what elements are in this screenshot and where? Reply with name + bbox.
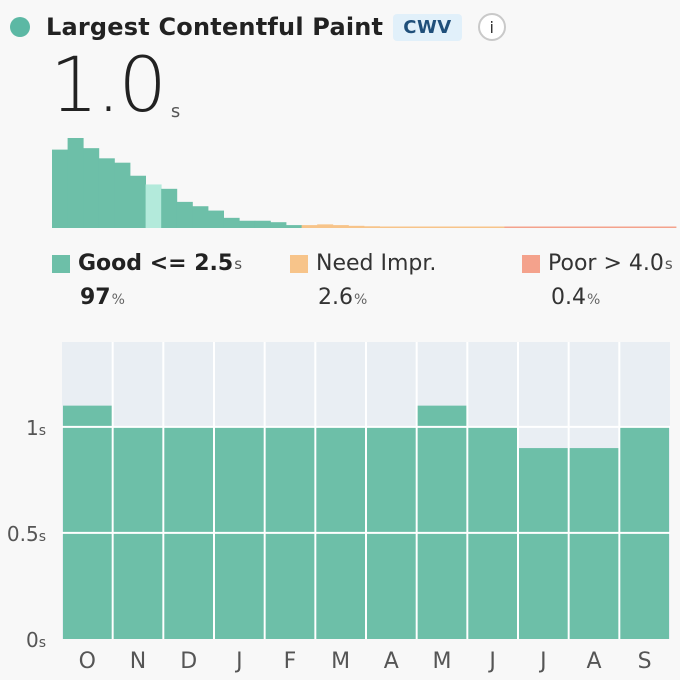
histogram-bar bbox=[98, 158, 115, 228]
good-percentage: 97 % bbox=[80, 285, 125, 310]
histogram-bar bbox=[114, 162, 131, 228]
histogram-bar bbox=[629, 226, 646, 228]
x-tick-label: S bbox=[638, 649, 652, 674]
histogram-bar bbox=[301, 225, 318, 228]
histogram-bar bbox=[286, 225, 302, 228]
histogram-bar bbox=[598, 226, 614, 228]
monthly-bar bbox=[417, 405, 467, 639]
metric-header: Largest Contentful Paint CWV i bbox=[10, 10, 506, 44]
histogram-bar bbox=[270, 222, 287, 228]
poor-pct-unit: % bbox=[587, 292, 601, 308]
x-tick-label: M bbox=[331, 649, 350, 674]
histogram-bar bbox=[161, 188, 178, 228]
histogram-bar bbox=[442, 226, 458, 228]
histogram-bar bbox=[317, 224, 334, 228]
histogram-bar bbox=[520, 226, 536, 228]
legend-needs-improvement: Need Impr. bbox=[290, 251, 436, 276]
monthly-chart: O N D J F M A M J J A S 0s 0.5s 1s bbox=[7, 342, 670, 674]
histogram-bar bbox=[535, 226, 552, 228]
histogram-bar bbox=[176, 201, 193, 228]
histogram-bar bbox=[332, 225, 349, 228]
poor-swatch bbox=[522, 254, 540, 273]
y-tick-label: 0s bbox=[26, 628, 46, 652]
histogram-bar bbox=[208, 210, 224, 228]
histogram-bar bbox=[504, 226, 521, 228]
histogram-bar bbox=[364, 226, 380, 228]
legend-poor-label: Poor > 4.0 bbox=[548, 251, 664, 276]
x-tick-label: F bbox=[284, 649, 297, 674]
histogram-bar bbox=[551, 226, 568, 228]
y-tick-label: 0.5s bbox=[7, 522, 46, 546]
histogram-bar bbox=[457, 226, 474, 228]
histogram-bar bbox=[582, 226, 599, 228]
poor-percentage: 0.4 % bbox=[551, 285, 600, 310]
needs-improvement-percentage: 2.6 % bbox=[318, 285, 367, 310]
status-dot-icon bbox=[10, 17, 30, 37]
histogram-bar bbox=[52, 149, 68, 228]
distribution-histogram bbox=[52, 138, 677, 228]
histogram-bar bbox=[613, 226, 630, 228]
x-tick-label: J bbox=[487, 649, 496, 674]
histogram-bar bbox=[223, 217, 240, 228]
histogram-bar bbox=[67, 138, 84, 228]
histogram-bar bbox=[379, 226, 396, 228]
info-icon[interactable]: i bbox=[477, 13, 506, 41]
x-tick-label: A bbox=[586, 649, 601, 674]
x-tick-label: O bbox=[79, 649, 96, 674]
x-tick-label: J bbox=[234, 649, 243, 674]
poor-pct-value: 0.4 bbox=[551, 285, 586, 310]
metric-unit: s bbox=[170, 101, 181, 122]
histogram-bar bbox=[348, 225, 365, 228]
legend-needs-improvement-label: Need Impr. bbox=[316, 251, 437, 276]
x-tick-label: D bbox=[180, 649, 197, 674]
metric-value: 1.0 bbox=[50, 40, 167, 129]
histogram-bar bbox=[145, 184, 162, 228]
histogram-bar bbox=[192, 206, 209, 228]
x-tick-label: N bbox=[130, 649, 146, 674]
histogram-bar bbox=[83, 148, 100, 228]
legend-good: Good <= 2.5 s bbox=[52, 251, 242, 276]
histogram-bar bbox=[660, 226, 677, 228]
metric-title: Largest Contentful Paint bbox=[46, 13, 384, 41]
histogram-bar bbox=[426, 226, 443, 228]
metric-readout: 1.0 s bbox=[50, 46, 180, 124]
legend-good-unit: s bbox=[234, 254, 243, 273]
legend-good-label: Good <= 2.5 bbox=[78, 251, 234, 276]
histogram-bar bbox=[254, 220, 271, 228]
y-tick-label: 1s bbox=[26, 416, 46, 440]
histogram-bar bbox=[239, 220, 256, 228]
histogram-bar bbox=[644, 226, 661, 228]
histogram-bar bbox=[488, 226, 505, 228]
monthly-bar bbox=[63, 405, 112, 639]
x-tick-label: M bbox=[433, 649, 452, 674]
histogram-bar bbox=[410, 226, 427, 228]
legend-poor-unit: s bbox=[664, 254, 673, 273]
x-tick-label: J bbox=[538, 649, 547, 674]
needs-improvement-pct-unit: % bbox=[354, 292, 368, 308]
needs-improvement-swatch bbox=[290, 254, 308, 273]
histogram-bar bbox=[395, 226, 412, 228]
histogram-bar bbox=[473, 226, 490, 228]
good-pct-value: 97 bbox=[80, 285, 111, 310]
good-pct-unit: % bbox=[111, 292, 125, 308]
cwv-badge: CWV bbox=[393, 13, 462, 41]
needs-improvement-pct-value: 2.6 bbox=[318, 285, 353, 310]
legend-poor: Poor > 4.0 s bbox=[522, 251, 673, 276]
monthly-bar bbox=[569, 448, 619, 639]
monthly-bar bbox=[519, 448, 568, 639]
histogram-bar bbox=[566, 226, 583, 228]
good-swatch bbox=[52, 254, 70, 273]
x-tick-label: A bbox=[384, 649, 399, 674]
histogram-bar bbox=[130, 175, 146, 228]
